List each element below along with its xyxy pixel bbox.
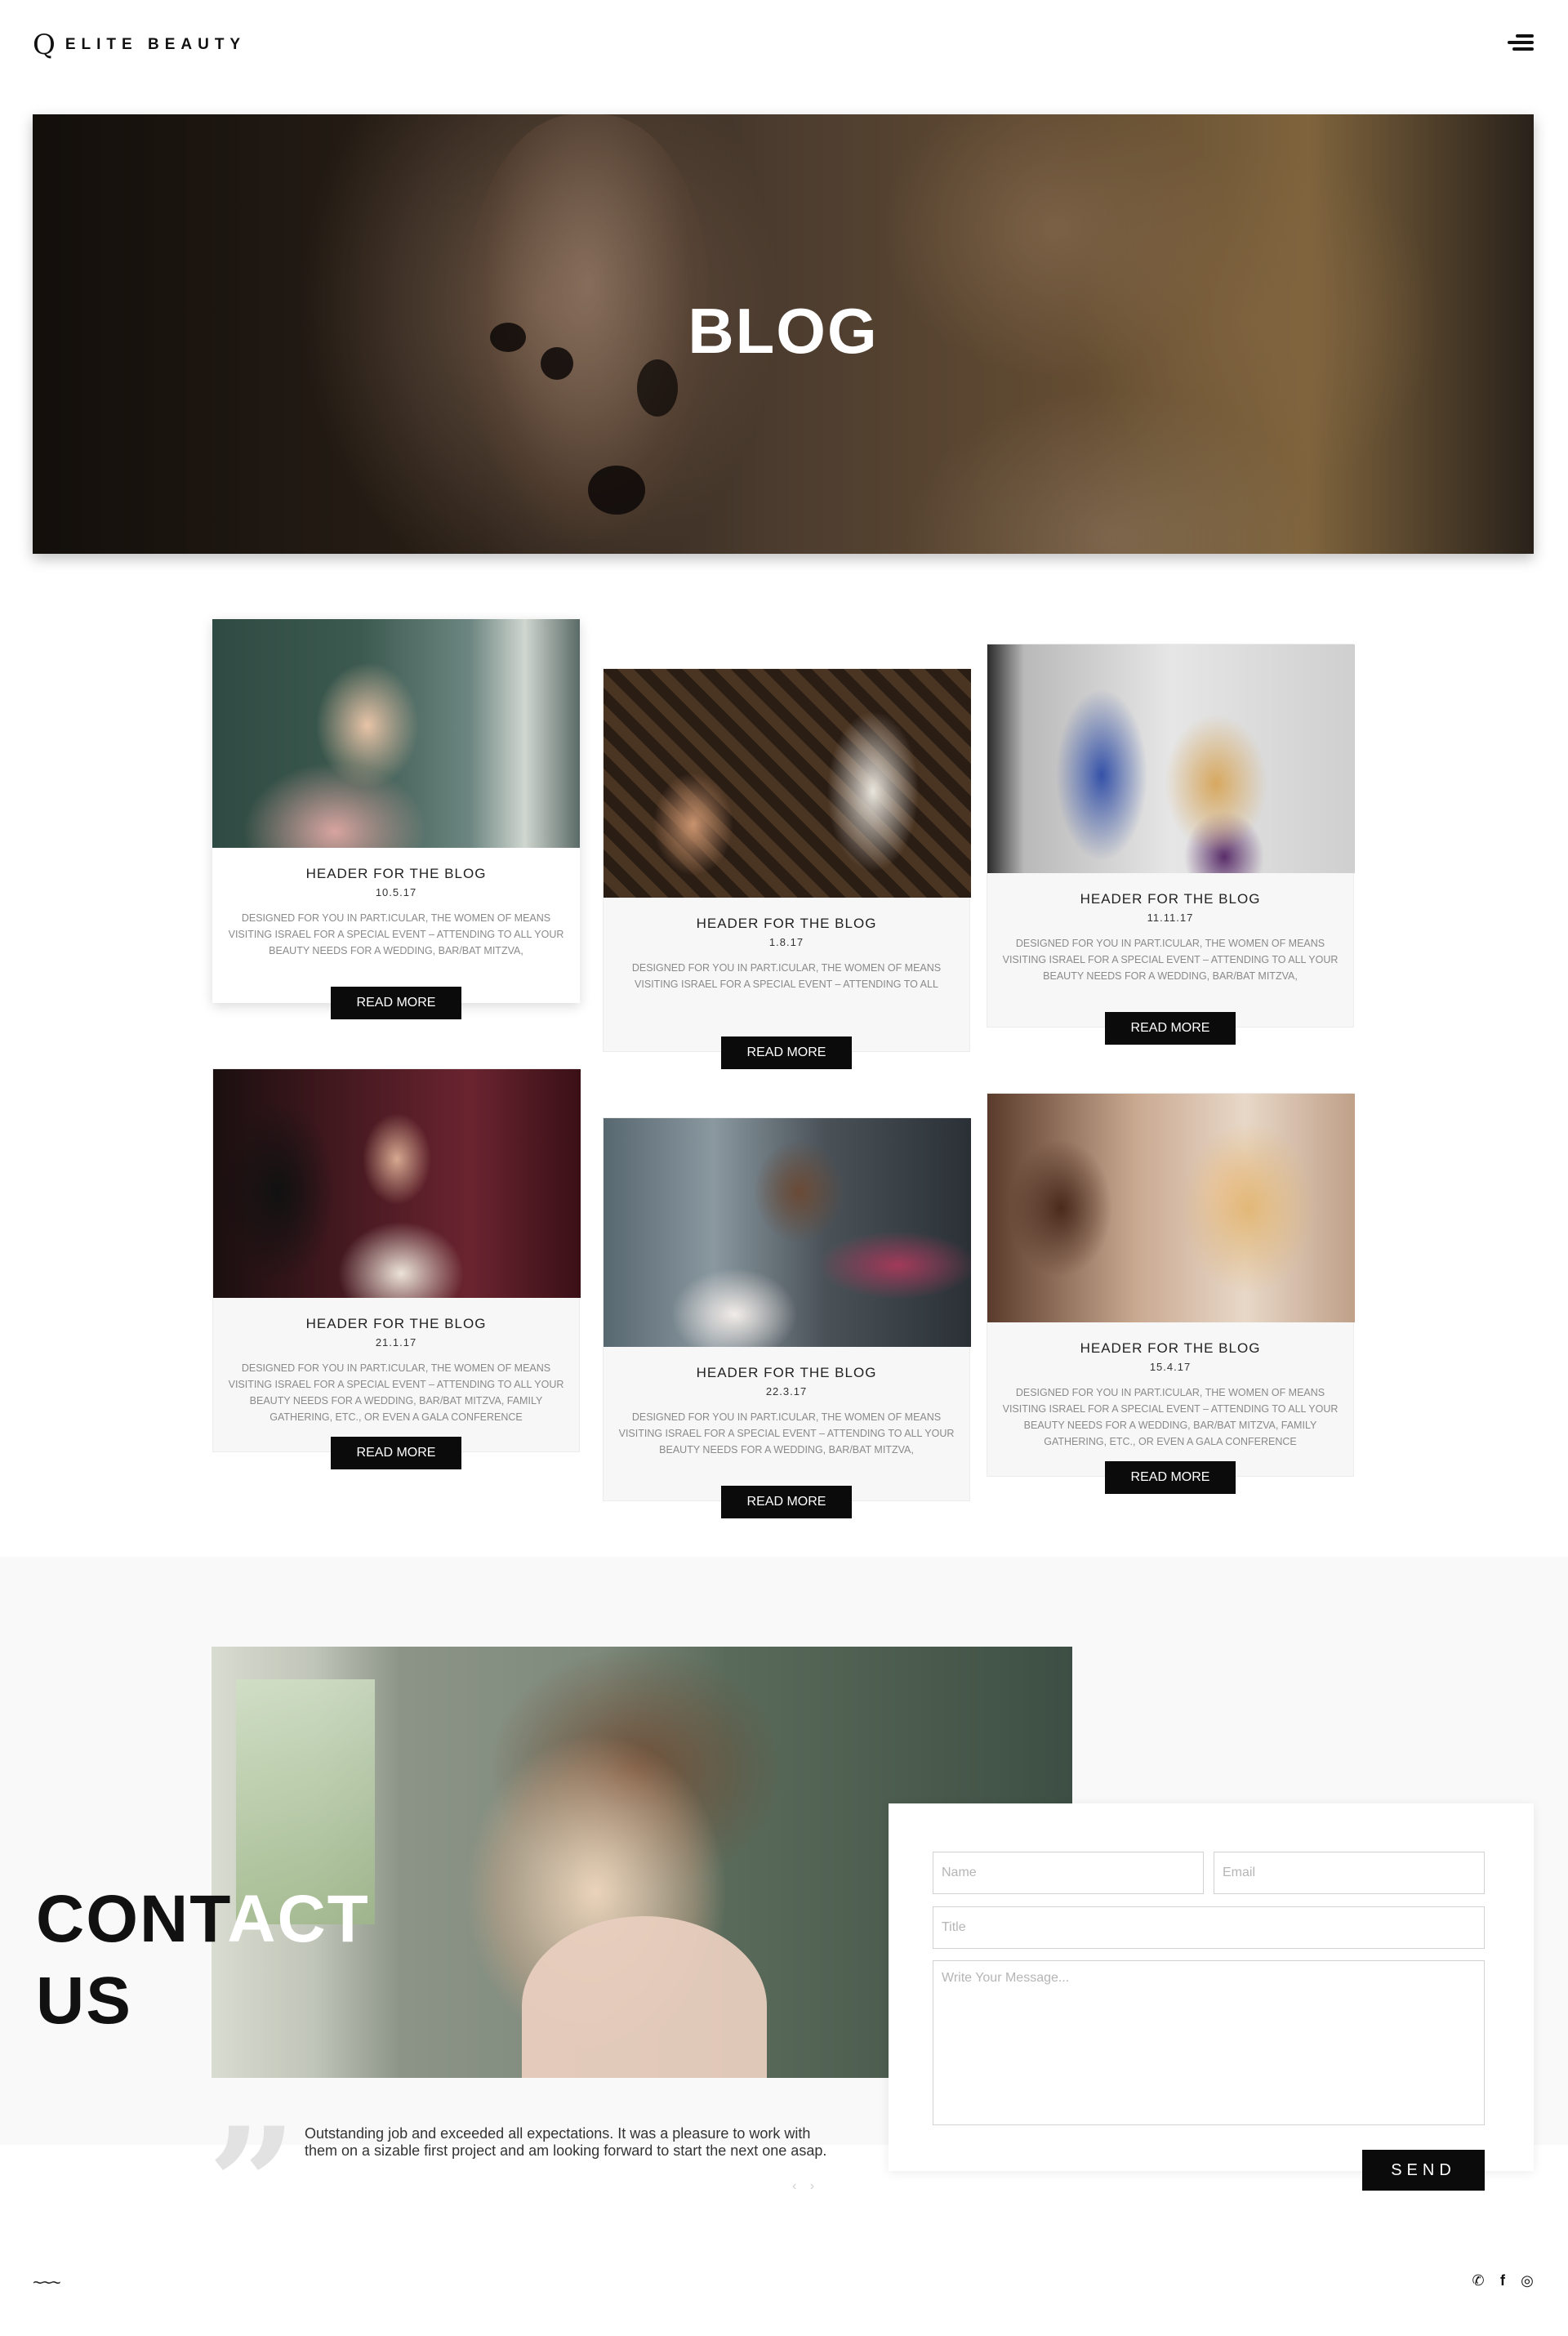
contact-image-dress [522, 1916, 767, 2078]
hero-banner: BLOG [33, 114, 1534, 554]
page: Q ELITE BEAUTY BLOG HEADER FOR THE BLOG … [0, 0, 1568, 2336]
blog-card-excerpt: DESIGNED FOR YOU IN PART.ICULAR, THE WOM… [631, 962, 942, 990]
send-button[interactable]: SEND [1362, 2150, 1485, 2191]
blog-card[interactable]: HEADER FOR THE BLOG 10.5.17 DESIGNED FOR… [212, 619, 580, 1019]
blog-card-title[interactable]: HEADER FOR THE BLOG [1002, 1340, 1339, 1357]
logo-mark: Q [33, 29, 56, 61]
blog-card-excerpt: DESIGNED FOR YOU IN PART.ICULAR, THE WOM… [618, 1411, 955, 1456]
testimonial-arrows[interactable]: ‹ › [792, 2179, 819, 2194]
whatsapp-icon[interactable]: ✆ [1470, 2272, 1486, 2289]
read-more-button[interactable]: READ MORE [721, 1036, 852, 1069]
blog-card[interactable]: HEADER FOR THE BLOG 21.1.17 DESIGNED FOR… [212, 1068, 581, 1469]
blog-card-date: 11.11.17 [1147, 912, 1194, 924]
contact-title-dark: CONT [36, 1882, 228, 1956]
hero-image-detail [588, 466, 645, 515]
email-field[interactable] [1214, 1852, 1485, 1894]
instagram-icon[interactable]: ◎ [1519, 2272, 1535, 2289]
blog-card-date: 15.4.17 [1149, 1361, 1192, 1373]
blog-card-date: 21.1.17 [375, 1336, 417, 1349]
read-more-button[interactable]: READ MORE [1105, 1461, 1236, 1494]
blog-card-image[interactable] [604, 1118, 971, 1347]
quote-icon: ” [207, 2093, 297, 2276]
blog-card-date: 22.3.17 [765, 1385, 808, 1398]
read-more-button[interactable]: READ MORE [721, 1486, 852, 1518]
facebook-icon[interactable]: f [1494, 2272, 1511, 2289]
menu-line [1516, 34, 1534, 38]
blog-card-excerpt: DESIGNED FOR YOU IN PART.ICULAR, THE WOM… [1002, 938, 1339, 982]
blog-card[interactable]: HEADER FOR THE BLOG 15.4.17 DESIGNED FOR… [987, 1093, 1355, 1494]
blog-card-title[interactable]: HEADER FOR THE BLOG [228, 1316, 564, 1332]
blog-card-excerpt: DESIGNED FOR YOU IN PART.ICULAR, THE WOM… [1002, 1387, 1339, 1447]
page-title: BLOG [688, 295, 879, 367]
contact-title: CONTACT US [36, 1879, 370, 2042]
blog-card-image[interactable] [604, 669, 971, 898]
contact-title-light: ACT [227, 1882, 370, 1956]
blog-card-title[interactable]: HEADER FOR THE BLOG [227, 866, 565, 882]
read-more-button[interactable]: READ MORE [331, 987, 461, 1019]
blog-card-image[interactable] [212, 619, 580, 848]
message-field[interactable] [933, 1960, 1485, 2125]
blog-card-title[interactable]: HEADER FOR THE BLOG [1002, 891, 1339, 907]
hamburger-menu-icon[interactable] [1508, 34, 1534, 56]
blog-card[interactable]: HEADER FOR THE BLOG 11.11.17 DESIGNED FO… [987, 644, 1355, 1045]
wave-icon: ~~~ [33, 2272, 61, 2293]
blog-card-image[interactable] [213, 1069, 581, 1298]
read-more-button[interactable]: READ MORE [331, 1437, 461, 1469]
logo-text: ELITE BEAUTY [65, 36, 247, 53]
menu-line [1512, 47, 1534, 51]
blog-card[interactable]: HEADER FOR THE BLOG 1.8.17 DESIGNED FOR … [603, 668, 971, 1069]
testimonial-text: Outstanding job and exceeded all expecta… [305, 2125, 827, 2159]
blog-card-title[interactable]: HEADER FOR THE BLOG [618, 1365, 955, 1381]
blog-card-image[interactable] [987, 644, 1355, 873]
blog-card-image[interactable] [987, 1094, 1355, 1322]
social-links: ✆ f ◎ [1470, 2272, 1535, 2289]
blog-card-excerpt: DESIGNED FOR YOU IN PART.ICULAR, THE WOM… [228, 1362, 564, 1423]
name-field[interactable] [933, 1852, 1204, 1894]
title-field[interactable] [933, 1906, 1485, 1949]
blog-card[interactable]: HEADER FOR THE BLOG 22.3.17 DESIGNED FOR… [603, 1117, 971, 1518]
blog-card-date: 10.5.17 [375, 886, 417, 898]
blog-card-excerpt: DESIGNED FOR YOU IN PART.ICULAR, THE WOM… [228, 912, 564, 956]
read-more-button[interactable]: READ MORE [1105, 1012, 1236, 1045]
logo[interactable]: Q ELITE BEAUTY [33, 31, 246, 59]
menu-line [1508, 41, 1534, 44]
contact-title-line2: US [36, 1964, 132, 2038]
blog-card-title[interactable]: HEADER FOR THE BLOG [618, 916, 955, 932]
blog-card-date: 1.8.17 [768, 936, 804, 948]
